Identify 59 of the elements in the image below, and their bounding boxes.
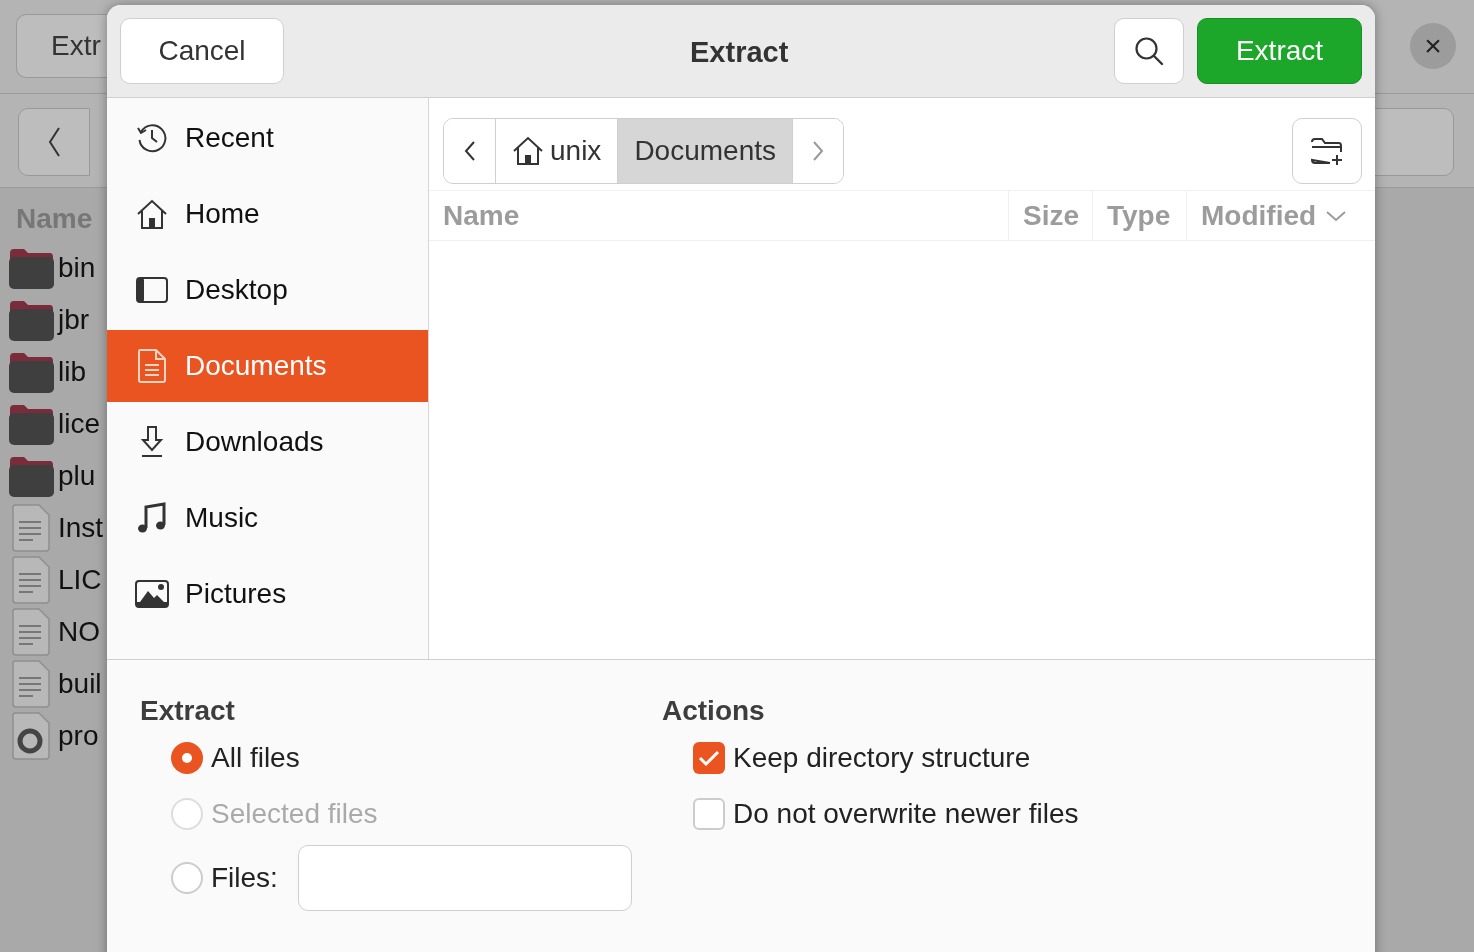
new-folder-icon: [1310, 135, 1344, 166]
chevron-left-icon: [47, 126, 61, 158]
back-button[interactable]: [444, 118, 496, 183]
radio-button[interactable]: Files:: [171, 857, 278, 899]
text-file-icon: [11, 556, 51, 604]
checkbox[interactable]: Do not overwrite newer files: [693, 793, 1079, 835]
disc-file-icon: [11, 712, 51, 760]
folder-icon: [8, 247, 54, 289]
file-name: plu: [58, 459, 96, 493]
file-name: NO: [58, 615, 100, 649]
folder-icon: [8, 351, 54, 393]
download-icon: [140, 426, 164, 458]
folder-icon: [8, 299, 54, 341]
folder-icon: [8, 455, 54, 497]
home-icon: [136, 198, 168, 230]
search-icon: [1134, 36, 1164, 66]
home-icon: [512, 135, 544, 166]
close-button[interactable]: ×: [1410, 23, 1456, 69]
folder-icon: [8, 403, 54, 445]
radio-button[interactable]: All files: [171, 737, 300, 779]
document-icon: [137, 349, 167, 383]
sidebar-item[interactable]: Home: [107, 178, 428, 250]
music-note-icon: [137, 502, 167, 534]
sidebar-item[interactable]: Documents: [107, 330, 428, 402]
file-name: LIC: [58, 563, 102, 597]
chevron-left-icon: [463, 139, 476, 162]
desktop-icon: [136, 277, 168, 303]
new-folder-button[interactable]: [1292, 117, 1362, 184]
section-heading: Extract: [140, 694, 236, 728]
text-file-icon: [11, 608, 51, 656]
radio-button: Selected files: [171, 793, 378, 835]
back-button[interactable]: [18, 108, 90, 176]
checkmark-icon: [698, 749, 720, 767]
text-file-icon: [11, 504, 51, 552]
extract-button[interactable]: Extr: [16, 14, 107, 78]
sidebar-item[interactable]: Desktop: [107, 254, 428, 326]
sidebar-item[interactable]: Pictures: [107, 558, 428, 630]
file-name: lib: [58, 355, 86, 389]
file-name: bin: [58, 251, 96, 285]
sidebar-item[interactable]: Music: [107, 482, 428, 554]
file-name: jbr: [58, 303, 90, 337]
sidebar-item[interactable]: Recent: [107, 102, 428, 174]
text-file-icon: [11, 660, 51, 708]
clock-icon: [136, 122, 168, 154]
input-field[interactable]: [297, 845, 632, 911]
image-icon: [135, 580, 169, 608]
file-name: pro: [58, 719, 99, 753]
search-button[interactable]: [1114, 18, 1184, 84]
chevron-right-icon: [812, 139, 824, 162]
sidebar-item[interactable]: Downloads: [107, 406, 428, 478]
path-segment[interactable]: Documents: [618, 118, 793, 183]
dialog-title: Extract: [690, 35, 789, 70]
file-name: buil: [58, 667, 102, 701]
section-heading: Actions: [662, 694, 766, 728]
cancel-button[interactable]: Cancel: [120, 18, 284, 84]
file-name: Inst: [58, 511, 104, 545]
file-name: lice: [58, 407, 100, 441]
sort-chevron-icon: [1326, 209, 1347, 222]
checkbox[interactable]: Keep directory structure: [693, 737, 1031, 779]
